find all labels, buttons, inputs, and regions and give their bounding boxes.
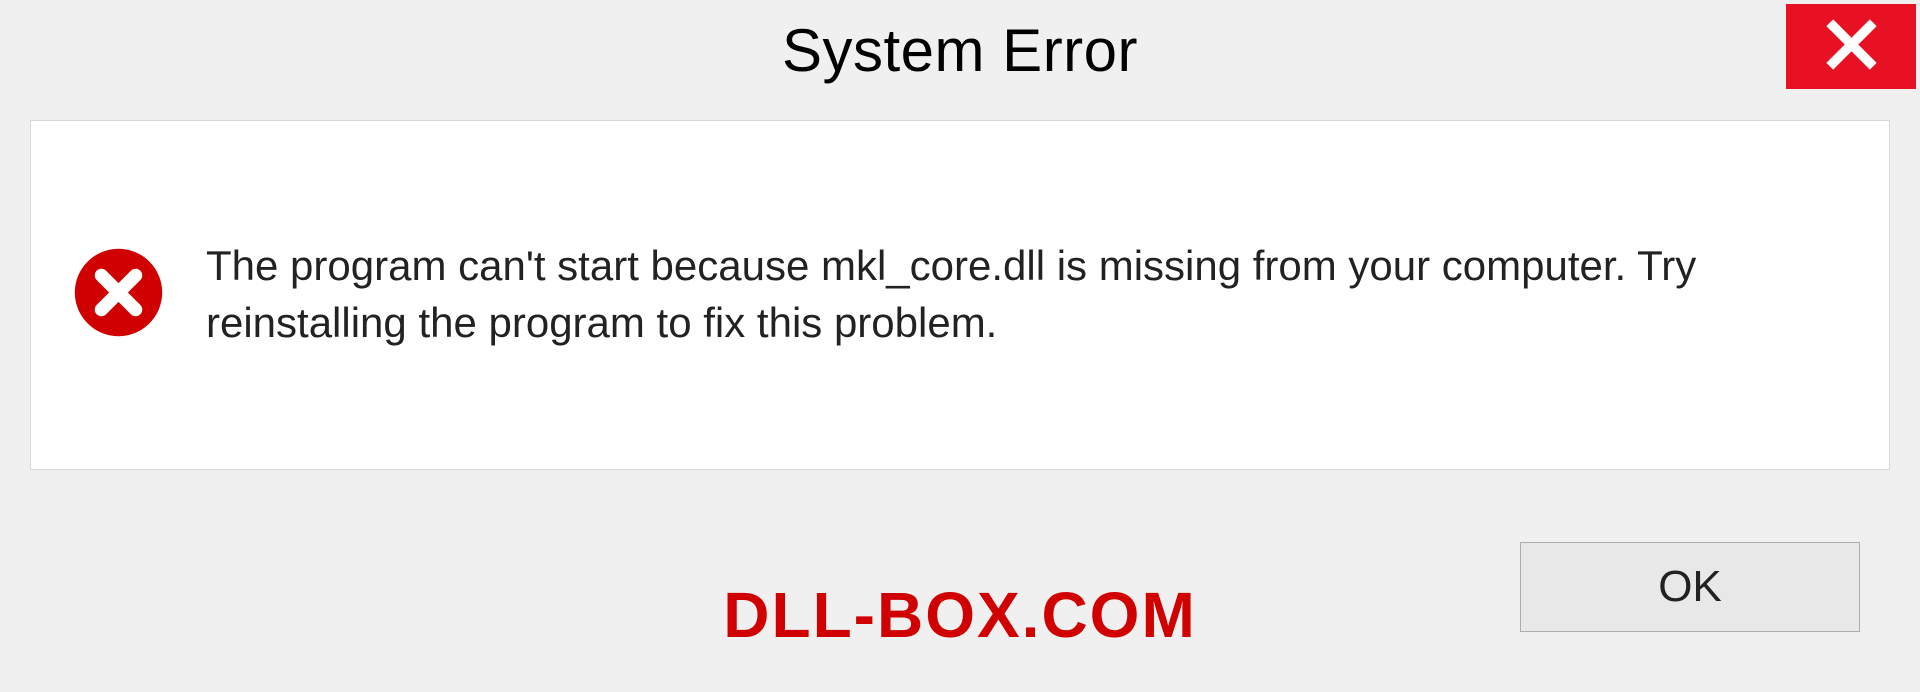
- ok-button[interactable]: OK: [1520, 542, 1860, 632]
- close-icon: [1824, 17, 1879, 77]
- footer: DLL-BOX.COM OK: [0, 512, 1920, 692]
- dialog-title: System Error: [782, 16, 1138, 85]
- error-icon: [71, 245, 166, 345]
- ok-button-label: OK: [1658, 562, 1722, 612]
- content-panel: The program can't start because mkl_core…: [30, 120, 1890, 470]
- close-button[interactable]: [1786, 4, 1916, 89]
- error-message: The program can't start because mkl_core…: [206, 238, 1756, 351]
- titlebar: System Error: [0, 0, 1920, 100]
- watermark-text: DLL-BOX.COM: [723, 578, 1197, 652]
